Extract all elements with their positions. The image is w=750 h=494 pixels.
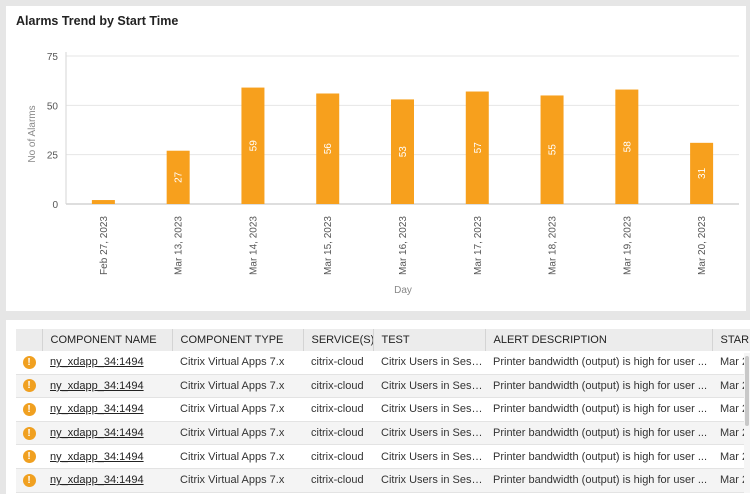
component-type-cell: Citrix Virtual Apps 7.x: [172, 374, 303, 399]
warning-icon: !: [22, 379, 36, 393]
alert-description-cell: Printer bandwidth (output) is high for u…: [485, 351, 712, 375]
x-tick-label: Mar 19, 2023: [622, 216, 633, 275]
warning-icon: !: [22, 473, 36, 487]
component-name-cell[interactable]: ny_xdapp_34:1494: [42, 468, 172, 493]
component-name-cell[interactable]: ny_xdapp_34:1494: [42, 421, 172, 446]
table-row[interactable]: ! ny_xdapp_34:1494 Citrix Virtual Apps 7.x…: [16, 421, 750, 446]
y-tick-label: 75: [47, 52, 59, 63]
severity-cell: !: [16, 351, 42, 375]
column-header-test[interactable]: TEST: [373, 329, 486, 351]
table-header-row: COMPONENT NAME COMPONENT TYPE SERVICE(S)…: [16, 329, 750, 351]
service-cell: citrix-cloud: [303, 421, 373, 446]
column-header-component-type[interactable]: COMPONENT TYPE: [172, 329, 304, 351]
y-tick-label: 50: [47, 101, 59, 112]
x-tick-label: Mar 17, 2023: [473, 216, 484, 275]
alert-description-cell: Printer bandwidth (output) is high for u…: [485, 468, 712, 493]
component-type-cell: Citrix Virtual Apps 7.x: [172, 468, 303, 493]
alert-description-cell: Printer bandwidth (output) is high for u…: [485, 374, 712, 399]
x-tick-label: Mar 20, 2023: [697, 216, 708, 275]
bar-data-label: 27: [174, 171, 185, 183]
bar-data-label: 53: [398, 146, 409, 158]
bar-data-label: 58: [622, 141, 633, 153]
x-tick-label: Mar 18, 2023: [548, 216, 559, 275]
service-cell: citrix-cloud: [303, 444, 373, 469]
component-name-cell[interactable]: ny_xdapp_34:1494: [42, 444, 172, 469]
component-name-cell[interactable]: ny_xdapp_34:1494: [42, 351, 172, 375]
alarms-bar-chart: 0 25 50 75 No of Alarms Feb 27, 2023 27 Mar 13,…: [27, 52, 739, 296]
x-tick-label: Mar 14, 2023: [248, 216, 259, 275]
test-cell: Citrix Users in Sessions: [373, 468, 485, 493]
severity-cell: !: [16, 421, 42, 446]
component-type-cell: Citrix Virtual Apps 7.x: [172, 421, 303, 446]
component-type-cell: Citrix Virtual Apps 7.x: [172, 351, 303, 375]
component-name-cell[interactable]: ny_xdapp_34:1494: [42, 374, 172, 399]
x-tick-label: Mar 13, 2023: [174, 216, 185, 275]
column-header-services[interactable]: SERVICE(S): [303, 329, 374, 351]
x-tick-label: Mar 15, 2023: [323, 216, 334, 275]
alert-description-cell: Printer bandwidth (output) is high for u…: [485, 397, 712, 422]
severity-cell: !: [16, 468, 42, 493]
service-cell: citrix-cloud: [303, 397, 373, 422]
table-scrollbar-thumb[interactable]: [745, 356, 749, 426]
y-axis-label: No of Alarms: [27, 105, 38, 162]
alarms-chart-panel: Alarms Trend by Start Time 0 25 50 75 No of …: [6, 6, 746, 311]
table-row[interactable]: ! ny_xdapp_34:1494 Citrix Virtual Apps 7.x…: [16, 351, 750, 375]
table-row[interactable]: ! ny_xdapp_34:1494 Citrix Virtual Apps 7.x…: [16, 397, 750, 422]
table-row[interactable]: ! ny_xdapp_34:1494 Citrix Virtual Apps 7.x…: [16, 444, 750, 469]
table-row[interactable]: ! ny_xdapp_34:1494 Citrix Virtual Apps 7.x…: [16, 468, 750, 493]
bar-data-label: 55: [548, 144, 559, 156]
service-cell: citrix-cloud: [303, 468, 373, 493]
test-cell: Citrix Users in Sessions: [373, 397, 485, 422]
column-header-component-name[interactable]: COMPONENT NAME: [42, 329, 173, 351]
alert-description-cell: Printer bandwidth (output) is high for u…: [485, 421, 712, 446]
severity-cell: !: [16, 397, 42, 422]
severity-column-header: [16, 329, 43, 351]
alarms-table: COMPONENT NAME COMPONENT TYPE SERVICE(S)…: [16, 329, 750, 493]
bar-data-label: 56: [323, 143, 334, 155]
y-tick-label: 0: [52, 200, 58, 211]
alarms-table-panel: COMPONENT NAME COMPONENT TYPE SERVICE(S)…: [6, 320, 750, 494]
table-row[interactable]: ! ny_xdapp_34:1494 Citrix Virtual Apps 7.x…: [16, 374, 750, 399]
column-header-alert-description[interactable]: ALERT DESCRIPTION: [485, 329, 713, 351]
column-header-start-time[interactable]: STAR: [712, 329, 750, 351]
test-cell: Citrix Users in Sessions: [373, 374, 485, 399]
component-name-cell[interactable]: ny_xdapp_34:1494: [42, 397, 172, 422]
service-cell: citrix-cloud: [303, 351, 373, 375]
warning-icon: !: [22, 426, 36, 440]
warning-icon: !: [22, 450, 36, 464]
severity-cell: !: [16, 444, 42, 469]
test-cell: Citrix Users in Sessions: [373, 351, 485, 375]
bar-data-label: 31: [697, 167, 708, 179]
bar-data-label: 57: [473, 142, 484, 154]
x-axis-label: Day: [394, 285, 412, 296]
chart-bar: [91, 200, 115, 204]
x-tick-label: Mar 16, 2023: [398, 216, 409, 275]
warning-icon: !: [22, 402, 36, 416]
test-cell: Citrix Users in Sessions: [373, 421, 485, 446]
y-tick-label: 25: [47, 151, 59, 162]
bar-data-label: 59: [248, 140, 259, 152]
x-tick-label: Feb 27, 2023: [99, 216, 110, 275]
service-cell: citrix-cloud: [303, 374, 373, 399]
component-type-cell: Citrix Virtual Apps 7.x: [172, 444, 303, 469]
component-type-cell: Citrix Virtual Apps 7.x: [172, 397, 303, 422]
severity-cell: !: [16, 374, 42, 399]
warning-icon: !: [22, 355, 36, 369]
test-cell: Citrix Users in Sessions: [373, 444, 485, 469]
alert-description-cell: Printer bandwidth (output) is high for u…: [485, 444, 712, 469]
